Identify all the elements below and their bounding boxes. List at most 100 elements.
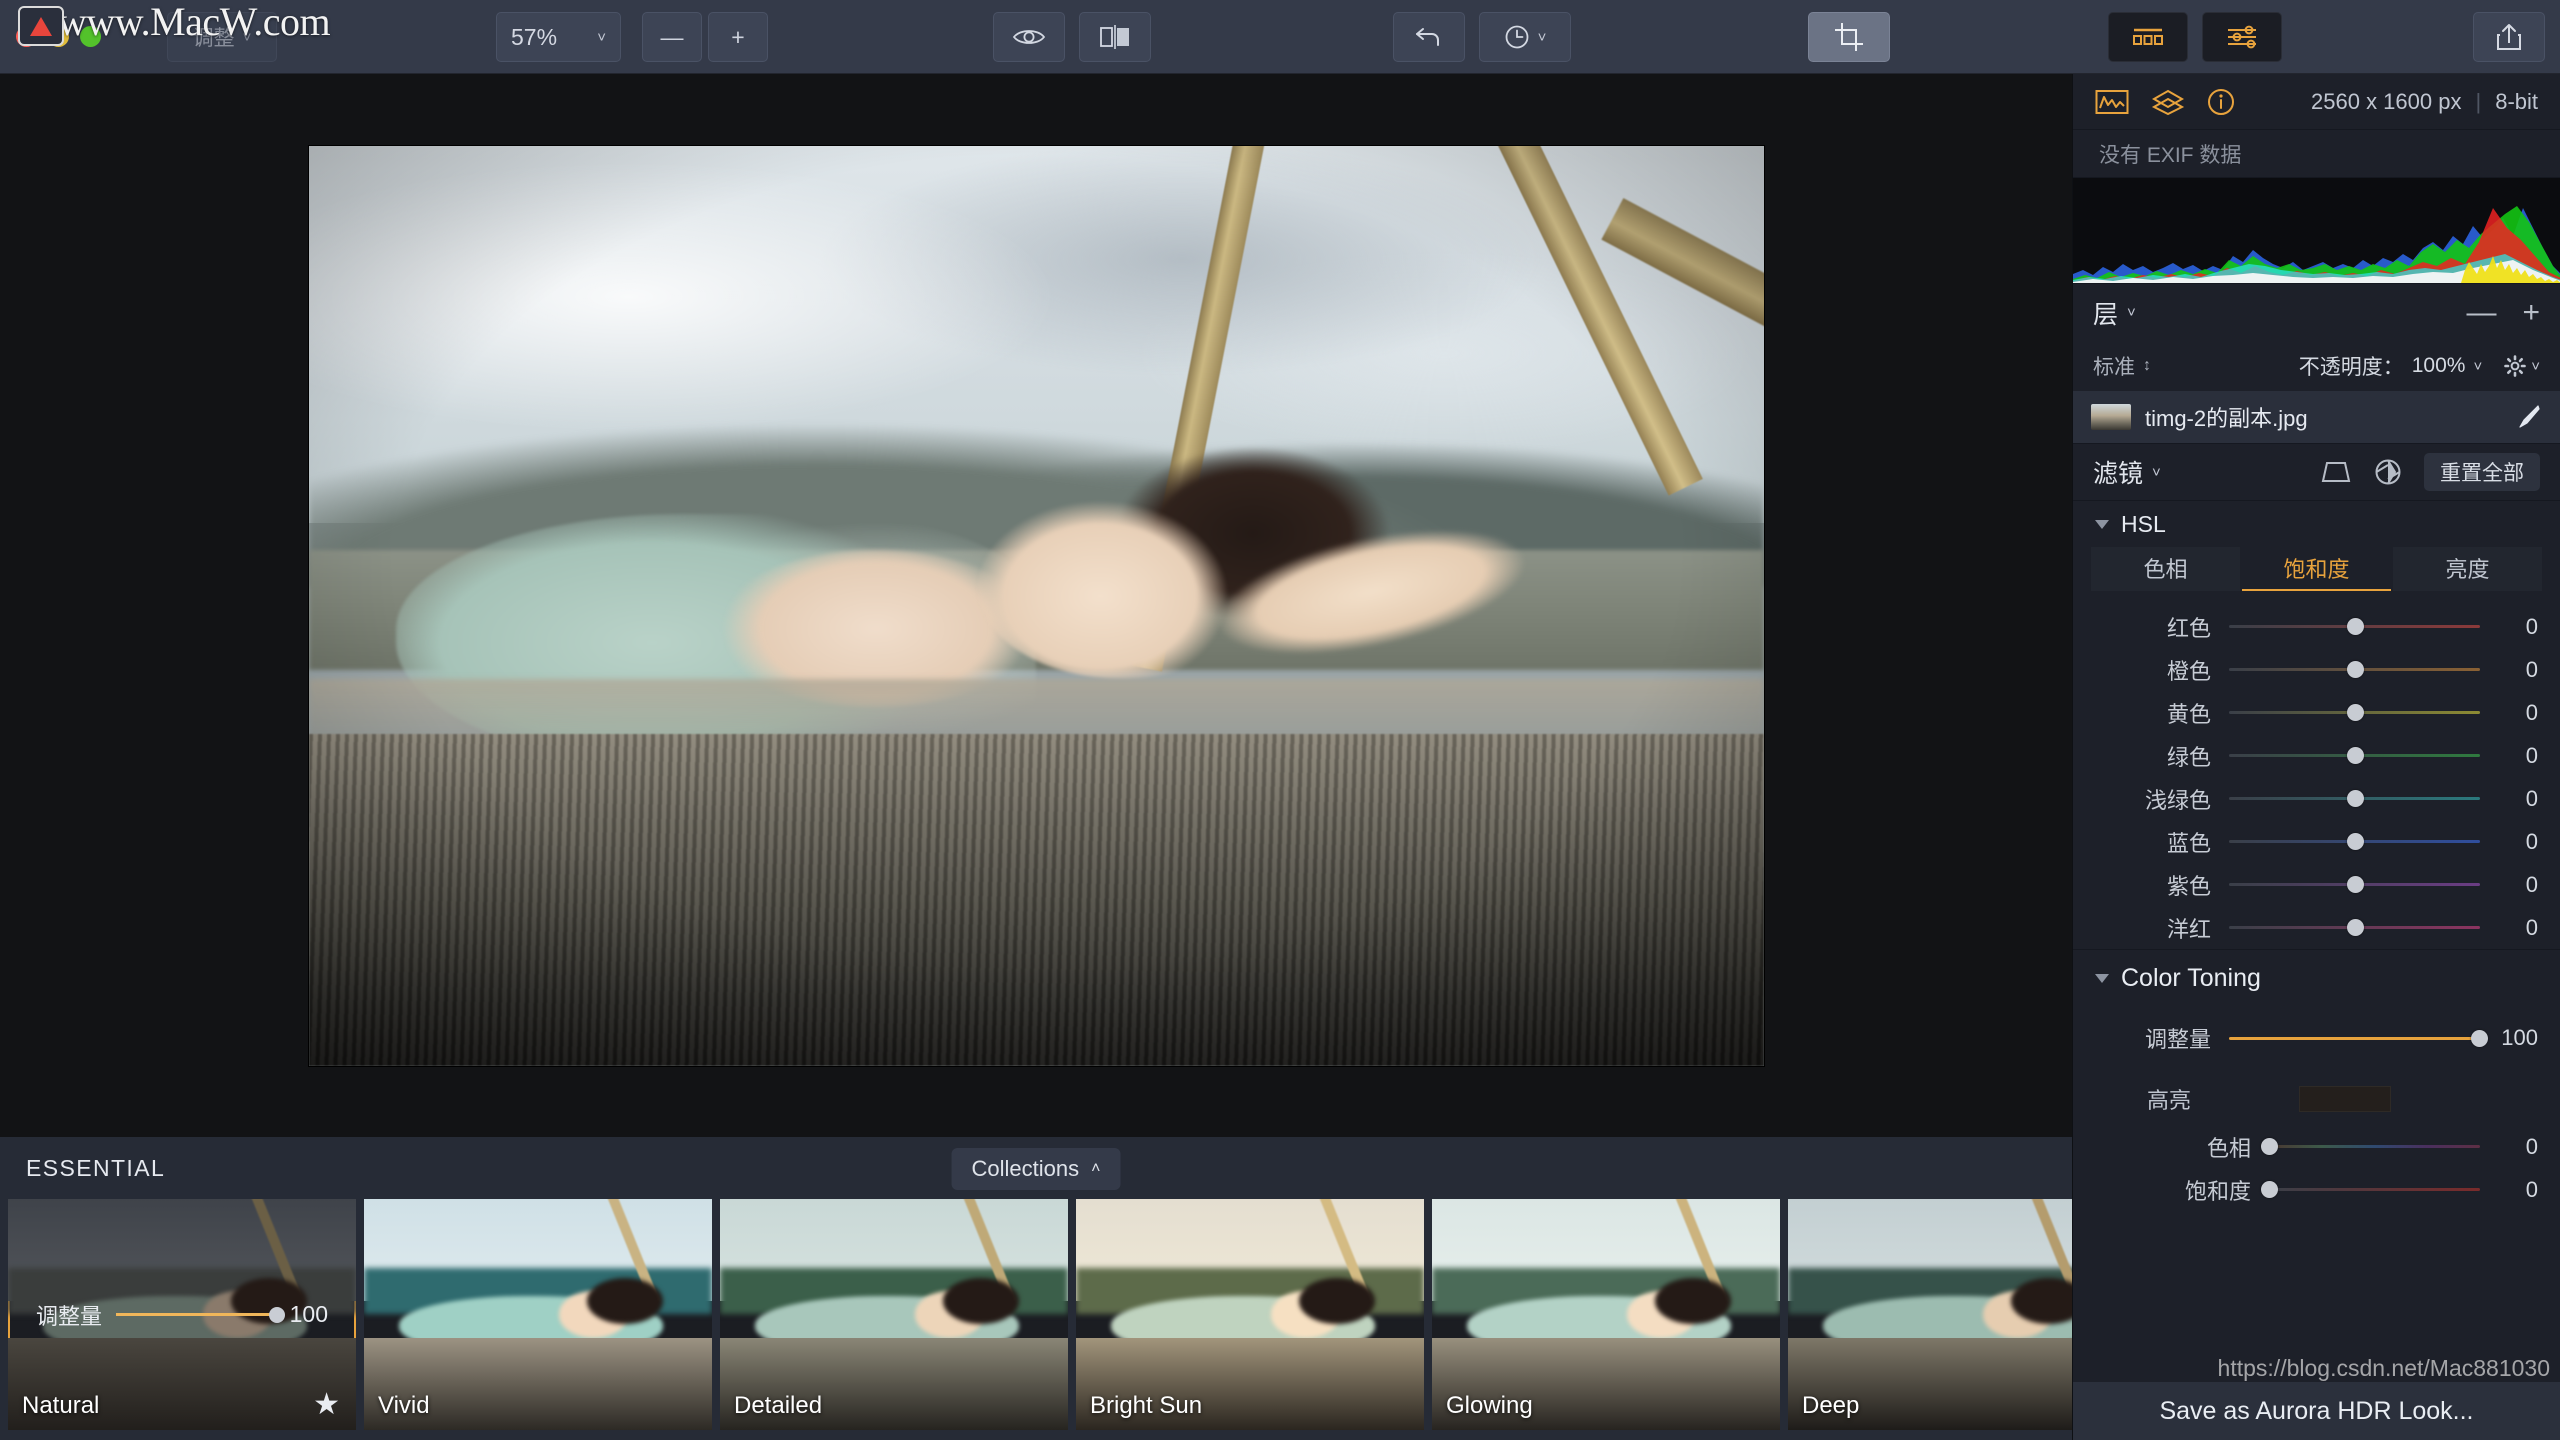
highlights-row: 高亮 bbox=[2073, 1069, 2560, 1119]
slider-track[interactable] bbox=[2229, 876, 2480, 893]
layers-title-group[interactable]: 层 ˅ bbox=[2093, 295, 2136, 331]
save-look-button[interactable]: Save as Aurora HDR Look... bbox=[2073, 1382, 2560, 1440]
slider-knob[interactable] bbox=[2346, 790, 2364, 807]
collections-button[interactable]: Collections ˄ bbox=[951, 1148, 1121, 1190]
adjust-toolbar-button[interactable]: 调整 ˅ bbox=[164, 12, 280, 62]
star-icon[interactable]: ★ bbox=[313, 1387, 340, 1422]
slider-knob[interactable] bbox=[2346, 919, 2364, 936]
reset-all-button[interactable]: 重置全部 bbox=[2424, 453, 2540, 491]
preset-amount-control[interactable]: 调整量 100 bbox=[8, 1299, 356, 1331]
chevron-down-icon: ˅ bbox=[2152, 463, 2161, 481]
slider-knob[interactable] bbox=[2346, 704, 2364, 721]
preview-controls[interactable] bbox=[990, 12, 1154, 62]
zoom-controls[interactable]: 57% ˅ — + bbox=[496, 12, 771, 62]
slider-row[interactable]: 饱和度 0 bbox=[2073, 1168, 2560, 1211]
adjust-panel-button[interactable] bbox=[2202, 12, 2282, 62]
remove-layer-button[interactable]: — bbox=[2466, 296, 2496, 330]
crop-button[interactable] bbox=[1808, 12, 1890, 62]
slider-row[interactable]: 黄色 0 bbox=[2073, 691, 2560, 734]
edited-photo[interactable] bbox=[308, 145, 1764, 1066]
color-toning-header[interactable]: Color Toning bbox=[2073, 949, 2560, 1007]
slider-label: 紫色 bbox=[2166, 873, 2211, 899]
slider-row[interactable]: 色相 0 bbox=[2073, 1125, 2560, 1168]
undo-button[interactable] bbox=[1393, 12, 1465, 62]
slider-knob[interactable] bbox=[2346, 618, 2364, 635]
slider-row[interactable]: 紫色 0 bbox=[2073, 863, 2560, 906]
slider-row[interactable]: 红色 0 bbox=[2073, 605, 2560, 648]
preset-item[interactable]: Detailed bbox=[720, 1199, 1068, 1430]
slider-row[interactable]: 洋红 0 bbox=[2073, 906, 2560, 949]
hsl-tab[interactable]: 色相 bbox=[2091, 547, 2240, 591]
brush-icon[interactable] bbox=[2512, 403, 2542, 431]
hsl-tab[interactable]: 饱和度 bbox=[2242, 547, 2391, 591]
history-controls[interactable]: ˅ bbox=[1390, 12, 1574, 62]
slider-track[interactable] bbox=[2229, 704, 2480, 721]
slider-knob[interactable] bbox=[2261, 1138, 2278, 1155]
slider-knob[interactable] bbox=[2346, 747, 2364, 764]
image-canvas[interactable] bbox=[0, 74, 2072, 1137]
preset-amount-knob[interactable] bbox=[268, 1307, 285, 1323]
hsl-tab[interactable]: 亮度 bbox=[2393, 547, 2542, 591]
color-toning-amount-row[interactable]: 调整量 100 bbox=[2073, 1007, 2560, 1069]
zoom-out-button[interactable]: — bbox=[642, 12, 702, 62]
slider-track[interactable] bbox=[2229, 618, 2480, 635]
opacity-control[interactable]: 不透明度： 100% ˅ bbox=[2299, 351, 2482, 381]
zoom-in-label: + bbox=[731, 23, 745, 50]
preset-amount-track[interactable] bbox=[116, 1307, 285, 1323]
histogram-icon[interactable] bbox=[2095, 88, 2129, 116]
aperture-icon[interactable] bbox=[2374, 458, 2402, 486]
zoom-in-button[interactable]: + bbox=[708, 12, 768, 62]
preset-name: Detailed bbox=[734, 1392, 823, 1419]
adjust-sliders-icon bbox=[2228, 25, 2256, 49]
history-button[interactable]: ˅ bbox=[1479, 12, 1571, 62]
hsl-tabs[interactable]: 色相 饱和度 亮度 bbox=[2073, 547, 2560, 591]
layer-item[interactable]: timg-2的副本.jpg bbox=[2073, 391, 2560, 443]
color-toning-slider-list[interactable]: 色相 0 饱和度 0 bbox=[2073, 1119, 2560, 1211]
layers-icon[interactable] bbox=[2151, 88, 2185, 116]
presets-category-label: ESSENTIAL bbox=[26, 1154, 166, 1181]
info-icon[interactable] bbox=[2207, 88, 2235, 116]
preview-toggle-button[interactable] bbox=[993, 12, 1065, 62]
layer-settings-button[interactable]: ˅ bbox=[2504, 355, 2540, 377]
share-button[interactable] bbox=[2473, 12, 2545, 62]
presets-bar: ESSENTIAL Collections ˄ 调整量 100 Natural ★ Vi… bbox=[0, 1137, 2136, 1440]
share-controls[interactable] bbox=[2470, 12, 2548, 62]
panel-view-icons[interactable] bbox=[2095, 88, 2235, 116]
filters-title-group[interactable]: 滤镜 ˅ bbox=[2093, 454, 2161, 490]
amount-slider-knob[interactable] bbox=[2471, 1029, 2488, 1047]
preset-item[interactable]: Bright Sun bbox=[1076, 1199, 1424, 1430]
hsl-group-header[interactable]: HSL bbox=[2073, 501, 2560, 547]
slider-knob[interactable] bbox=[2346, 876, 2364, 893]
slider-row[interactable]: 橙色 0 bbox=[2073, 648, 2560, 691]
slider-row[interactable]: 蓝色 0 bbox=[2073, 820, 2560, 863]
slider-knob[interactable] bbox=[2346, 833, 2364, 850]
slider-knob[interactable] bbox=[2346, 661, 2364, 678]
slider-track[interactable] bbox=[2261, 1181, 2480, 1198]
slider-row[interactable]: 浅绿色 0 bbox=[2073, 777, 2560, 820]
slider-row[interactable]: 绿色 0 bbox=[2073, 734, 2560, 777]
compare-split-button[interactable] bbox=[1079, 12, 1151, 62]
presets-list[interactable]: 调整量 100 Natural ★ Vivid Detailed Bright Sun Glo… bbox=[0, 1199, 2136, 1440]
highlights-color-swatch[interactable] bbox=[2299, 1086, 2392, 1112]
preset-item[interactable]: Vivid bbox=[364, 1199, 712, 1430]
slider-track[interactable] bbox=[2229, 919, 2480, 936]
preset-item[interactable]: 调整量 100 Natural ★ bbox=[8, 1199, 356, 1430]
looks-panel-button[interactable] bbox=[2108, 12, 2188, 62]
mask-icon[interactable] bbox=[2320, 459, 2352, 485]
hsl-slider-list[interactable]: 红色 0 橙色 0 黄色 0 绿色 0 浅绿色 0 蓝色 0 紫色 0 洋红 0 bbox=[2073, 591, 2560, 949]
slider-knob[interactable] bbox=[2261, 1181, 2278, 1198]
preset-item[interactable]: Glowing bbox=[1432, 1199, 1780, 1430]
maximize-button[interactable] bbox=[80, 26, 101, 47]
add-layer-button[interactable]: + bbox=[2522, 296, 2540, 330]
slider-track[interactable] bbox=[2261, 1138, 2480, 1155]
crop-controls[interactable] bbox=[1805, 12, 1893, 62]
blend-mode-dropdown[interactable]: 标准 ↕ bbox=[2093, 351, 2151, 381]
zoom-level-dropdown[interactable]: 57% ˅ bbox=[496, 12, 621, 62]
slider-track[interactable] bbox=[2229, 833, 2480, 850]
slider-track[interactable] bbox=[2229, 790, 2480, 807]
preset-name: Glowing bbox=[1446, 1392, 1533, 1419]
amount-slider-track[interactable] bbox=[2229, 1029, 2488, 1047]
slider-track[interactable] bbox=[2229, 661, 2480, 678]
panel-mode-controls[interactable] bbox=[2105, 12, 2285, 62]
slider-track[interactable] bbox=[2229, 747, 2480, 764]
